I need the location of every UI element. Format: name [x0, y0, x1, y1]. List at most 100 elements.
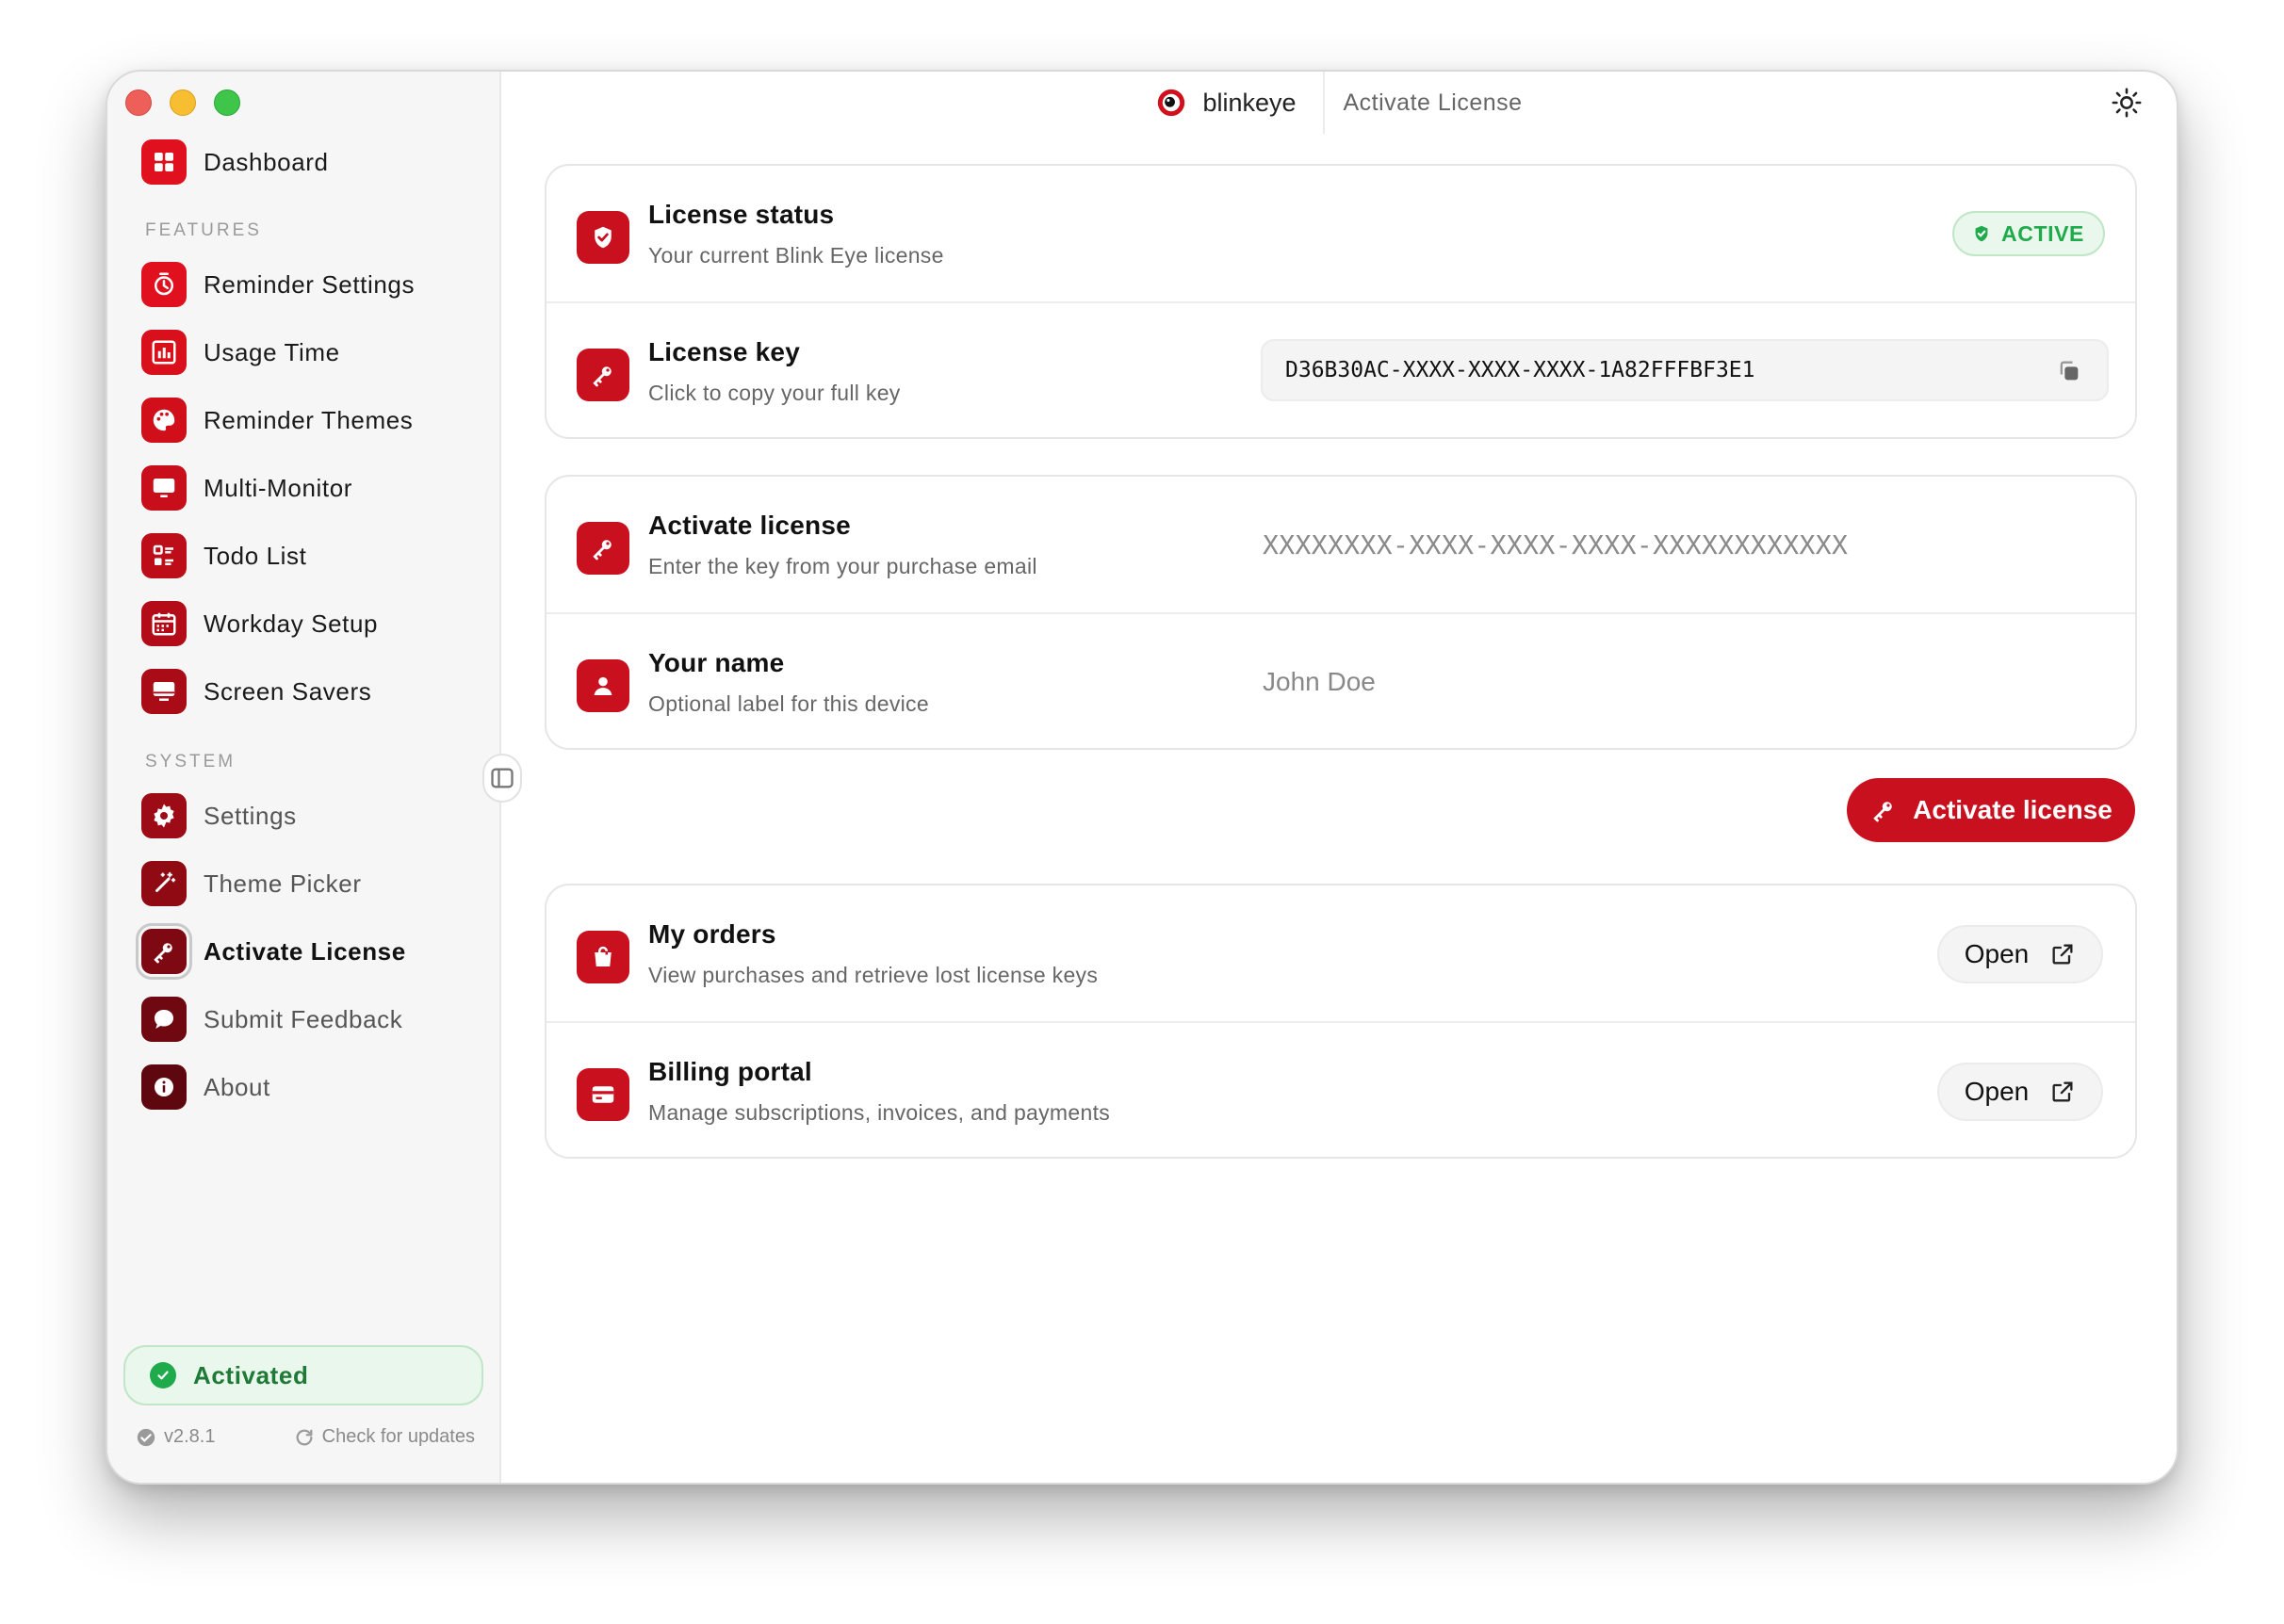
open-button-label: Open — [1964, 1077, 2030, 1106]
copy-icon[interactable] — [2056, 358, 2082, 384]
sun-icon[interactable] — [2111, 87, 2143, 119]
refresh-icon — [296, 1429, 313, 1445]
sidebar-toggle-button[interactable] — [482, 754, 522, 803]
checklist-icon — [141, 533, 187, 578]
sidebar-item-label: Workday Setup — [204, 609, 379, 638]
calendar-icon — [141, 601, 187, 646]
sidebar-item-reminder-settings[interactable]: Reminder Settings — [141, 256, 477, 313]
app-window: Dashboard FEATURES Reminder Settings Usa… — [106, 70, 2178, 1485]
magic-wand-icon — [141, 861, 187, 906]
sidebar-item-theme-picker[interactable]: Theme Picker — [141, 855, 477, 912]
activate-key-text: Activate license Enter the key from your… — [648, 511, 1037, 579]
sidebar: Dashboard FEATURES Reminder Settings Usa… — [107, 72, 501, 1483]
credit-card-icon — [577, 1068, 629, 1121]
my-orders-text: My orders View purchases and retrieve lo… — [648, 919, 1098, 988]
version-label: v2.8.1 — [164, 1426, 216, 1447]
my-orders-row: My orders View purchases and retrieve lo… — [547, 885, 2135, 1021]
eye-logo-icon — [1158, 89, 1185, 117]
open-button-label: Open — [1964, 939, 2030, 968]
sidebar-item-label: Screen Savers — [204, 676, 372, 706]
sidebar-item-label: Settings — [204, 801, 297, 830]
external-link-icon — [2052, 1081, 2073, 1102]
row-title: Your name — [648, 648, 785, 677]
app-brand: blinkeye — [1155, 87, 1297, 119]
sidebar-item-label: Dashboard — [204, 147, 329, 176]
sidebar-item-dashboard[interactable]: Dashboard — [141, 134, 477, 190]
account-links-card: My orders View purchases and retrieve lo… — [545, 884, 2137, 1159]
row-subtitle: Manage subscriptions, invoices, and paym… — [648, 1100, 1111, 1125]
license-status-label: Activated — [193, 1360, 309, 1389]
row-subtitle: Click to copy your full key — [648, 381, 901, 405]
license-key-text: License key Click to copy your full key — [648, 337, 901, 406]
status-badge: ACTIVE — [1952, 211, 2105, 256]
sidebar-item-label: Usage Time — [204, 337, 340, 366]
license-key-row: License key Click to copy your full key … — [547, 301, 2135, 437]
sidebar-toggle-icon — [491, 768, 514, 788]
row-subtitle: Optional label for this device — [648, 691, 929, 716]
sidebar-item-todo-list[interactable]: Todo List — [141, 528, 477, 584]
sidebar-item-label: Theme Picker — [204, 869, 362, 898]
sidebar-item-submit-feedback[interactable]: Submit Feedback — [141, 991, 477, 1047]
license-key-copy-field[interactable]: D36B30AC-XXXX-XXXX-XXXX-1A82FFFBF3E1 — [1261, 339, 2109, 401]
system-heading: SYSTEM — [145, 752, 237, 771]
timer-icon — [141, 262, 187, 307]
license-status-pill[interactable]: Activated — [123, 1345, 483, 1405]
close-window-button[interactable] — [125, 89, 152, 116]
key-icon — [577, 349, 629, 401]
sidebar-item-label: Multi-Monitor — [204, 473, 353, 502]
row-subtitle: Your current Blink Eye license — [648, 243, 944, 268]
your-name-row: Your name Optional label for this device — [547, 612, 2135, 748]
your-name-text: Your name Optional label for this device — [648, 648, 929, 717]
license-status-row: License status Your current Blink Eye li… — [547, 166, 2135, 301]
device-name-input[interactable] — [1263, 656, 2092, 708]
billing-portal-text: Billing portal Manage subscriptions, inv… — [648, 1057, 1110, 1126]
license-key-input[interactable] — [1263, 518, 2092, 571]
window-controls — [125, 89, 240, 116]
title-divider — [1322, 72, 1325, 134]
activate-license-button[interactable]: Activate license — [1847, 778, 2135, 842]
sidebar-item-label: About — [204, 1072, 270, 1101]
row-title: License key — [648, 337, 800, 366]
bar-chart-icon — [141, 330, 187, 375]
row-title: Billing portal — [648, 1057, 812, 1086]
sidebar-item-label: Reminder Themes — [204, 405, 414, 434]
row-title: License status — [648, 200, 835, 229]
row-subtitle: View purchases and retrieve lost license… — [648, 963, 1099, 987]
sidebar-item-label: Activate License — [204, 936, 406, 966]
sidebar-item-workday-setup[interactable]: Workday Setup — [141, 595, 477, 652]
sidebar-item-multi-monitor[interactable]: Multi-Monitor — [141, 460, 477, 516]
app-name: blinkeye — [1202, 88, 1297, 117]
sidebar-item-activate-license[interactable]: Activate License — [136, 923, 477, 980]
version-info: v2.8.1 — [136, 1426, 215, 1448]
desktop-icon — [141, 669, 187, 714]
activate-key-row: Activate license Enter the key from your… — [547, 477, 2135, 612]
activate-license-button-label: Activate license — [1913, 795, 2113, 824]
row-title: My orders — [648, 919, 776, 949]
minimize-window-button[interactable] — [170, 89, 196, 116]
key-icon — [136, 923, 192, 980]
info-icon — [141, 1064, 187, 1110]
zoom-window-button[interactable] — [214, 89, 240, 116]
row-title: Activate license — [648, 511, 851, 540]
sidebar-item-screen-savers[interactable]: Screen Savers — [141, 663, 477, 720]
sidebar-item-label: Reminder Settings — [204, 269, 416, 299]
sidebar-item-usage-time[interactable]: Usage Time — [141, 324, 477, 381]
shield-check-icon — [577, 211, 629, 264]
sidebar-item-reminder-themes[interactable]: Reminder Themes — [141, 392, 477, 448]
billing-portal-row: Billing portal Manage subscriptions, inv… — [547, 1021, 2135, 1157]
features-heading: FEATURES — [145, 220, 262, 240]
sidebar-footer: v2.8.1 Check for updates — [136, 1426, 475, 1448]
sidebar-item-settings[interactable]: Settings — [141, 788, 477, 844]
open-billing-button[interactable]: Open — [1937, 1063, 2103, 1121]
chat-bubble-icon — [141, 997, 187, 1042]
row-subtitle: Enter the key from your purchase email — [648, 554, 1037, 578]
check-updates-button[interactable]: Check for updates — [294, 1426, 475, 1448]
shield-check-small-icon — [1975, 225, 1988, 242]
check-updates-label: Check for updates — [321, 1426, 475, 1447]
gear-icon — [141, 793, 187, 838]
status-badge-label: ACTIVE — [2001, 220, 2084, 246]
monitor-icon — [141, 465, 187, 511]
shopping-bag-icon — [577, 931, 629, 983]
open-orders-button[interactable]: Open — [1937, 925, 2103, 983]
sidebar-item-about[interactable]: About — [141, 1059, 477, 1115]
